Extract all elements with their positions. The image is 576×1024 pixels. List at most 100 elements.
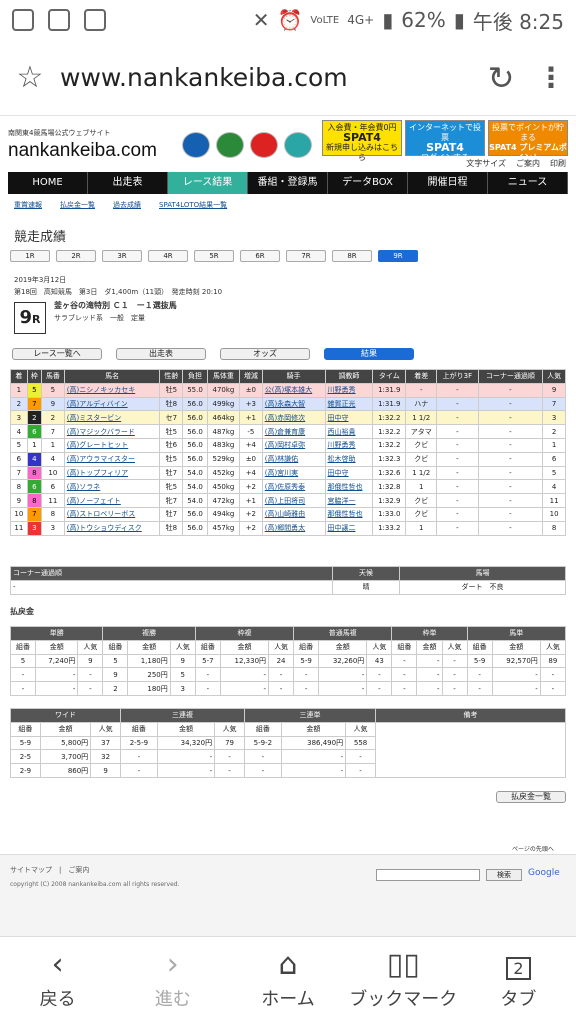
- result-cell[interactable]: (高)アウラマイスター: [63, 451, 161, 467]
- payout-list-button[interactable]: 払戻金一覧: [496, 791, 566, 803]
- result-cell[interactable]: (高)ストロベリーボス: [63, 506, 161, 522]
- race-tab[interactable]: 6R: [240, 250, 280, 262]
- odds-button[interactable]: オッズ: [220, 348, 310, 360]
- race-number-box: 9R: [14, 302, 46, 334]
- result-cell[interactable]: (高)倉兼育康: [261, 424, 326, 439]
- result-cell[interactable]: (高)ニシノキッカセキ: [63, 382, 161, 398]
- spat4-premium-banner[interactable]: 投票でポイントが貯まる SPAT4 プレミアムポイント ログインする: [488, 120, 568, 172]
- result-cell: 8: [26, 465, 43, 481]
- result-cell[interactable]: (高)岡村卓弥: [261, 437, 326, 453]
- result-cell[interactable]: 川野勇秀: [324, 437, 374, 453]
- subnav-past[interactable]: 過去成績: [113, 200, 141, 210]
- result-cell[interactable]: (高)トップフィリア: [63, 465, 161, 481]
- partner-logo-1[interactable]: [182, 132, 210, 158]
- result-cell[interactable]: (高)アルディバイン: [63, 396, 161, 412]
- result-cell[interactable]: (高)佐原秀泰: [261, 479, 326, 495]
- spat4-signup-banner[interactable]: 入会費・年会費0円 SPAT4 新規申し込みはこちら: [322, 120, 402, 162]
- result-cell[interactable]: 公(高)塚本雄大: [261, 382, 326, 398]
- guide-footer-link[interactable]: ご案内: [68, 866, 89, 874]
- subnav-stakes[interactable]: 重賞速報: [14, 200, 42, 210]
- reload-icon[interactable]: ↻: [476, 59, 526, 97]
- entries-button[interactable]: 出走表: [116, 348, 206, 360]
- result-cell[interactable]: (高)山崎雅由: [261, 506, 326, 522]
- race-tab[interactable]: 7R: [286, 250, 326, 262]
- footer-search-input[interactable]: [376, 869, 480, 881]
- results-col-header: 負担: [182, 369, 208, 384]
- nav-home[interactable]: HOME: [8, 172, 88, 194]
- result-cell[interactable]: 川野勇秀: [324, 382, 374, 398]
- payout-sub-header: 人気: [214, 721, 245, 737]
- page-title: 競走成績: [14, 230, 67, 245]
- guide-link[interactable]: ご案内: [516, 158, 540, 169]
- result-cell[interactable]: (高)ミスタービン: [63, 410, 161, 426]
- result-cell[interactable]: (高)トウショウディスク: [63, 520, 161, 536]
- partner-logo-2[interactable]: [216, 132, 244, 158]
- nav-news[interactable]: ニュース: [488, 172, 568, 194]
- result-cell[interactable]: (高)ソラネ: [63, 479, 161, 495]
- font-size-link[interactable]: 文字サイズ: [466, 158, 506, 169]
- print-link[interactable]: 印刷: [550, 158, 566, 169]
- result-cell[interactable]: (高)宮川実: [261, 465, 326, 481]
- payout-cell: 5: [169, 667, 196, 683]
- nav-program[interactable]: 番組・登録馬: [248, 172, 328, 194]
- result-cell[interactable]: 田中守: [324, 410, 374, 426]
- menu-icon[interactable]: ⋮: [526, 61, 576, 94]
- result-cell[interactable]: (高)林謙佑: [261, 451, 326, 467]
- race-tab[interactable]: 1R: [10, 250, 50, 262]
- result-cell[interactable]: 松木啓助: [324, 451, 374, 467]
- result-cell[interactable]: 宮脇洋一: [324, 493, 374, 508]
- forward-button[interactable]: › 進む: [115, 937, 230, 1024]
- result-cell: 487kg: [206, 424, 240, 439]
- race-tab-active[interactable]: 9R: [378, 250, 418, 262]
- race-tab[interactable]: 3R: [102, 250, 142, 262]
- result-cell[interactable]: 雑賀正光: [324, 396, 374, 412]
- result-cell[interactable]: (高)赤岡修次: [261, 410, 326, 426]
- result-cell: 7: [26, 396, 43, 412]
- nav-entries[interactable]: 出走表: [88, 172, 168, 194]
- race-tab[interactable]: 8R: [332, 250, 372, 262]
- results-col-header: 人気: [542, 369, 566, 384]
- payout-table-1: 単勝 複勝 枠複 普通馬複 枠単 馬単 組番 金額 人気 組番 金額 人気 組番 金額 人気 組番 金額 人気 組番…: [9, 626, 567, 696]
- result-cell[interactable]: 西山裕貴: [324, 424, 374, 439]
- partner-logo-4[interactable]: [284, 132, 312, 158]
- result-cell[interactable]: (高)グレートヒット: [63, 437, 161, 453]
- result-cell: 452kg: [206, 465, 240, 481]
- result-cell[interactable]: (高)永森大智: [261, 396, 326, 412]
- tabs-button[interactable]: 2 タブ: [461, 937, 576, 1024]
- result-cell[interactable]: (高)上田将司: [261, 493, 326, 508]
- race-tab[interactable]: 4R: [148, 250, 188, 262]
- race-meeting: 第18回 高知競馬 第3日 ダ1,400m（11頭） 発走時刻 20:10: [14, 288, 223, 296]
- nav-databox[interactable]: データBOX: [328, 172, 408, 194]
- results-button[interactable]: 結果: [324, 348, 414, 360]
- result-cell[interactable]: 那俄性哲也: [324, 506, 374, 522]
- result-cell: -: [477, 382, 544, 398]
- site-logo[interactable]: nankankeiba.com: [8, 140, 157, 162]
- url-field[interactable]: www.nankankeiba.com: [60, 63, 476, 92]
- payout-heading: 払戻金: [10, 607, 34, 616]
- back-button[interactable]: ‹ 戻る: [0, 937, 115, 1024]
- result-cell[interactable]: 田中守: [324, 465, 374, 481]
- footer-search-button[interactable]: 検索: [486, 869, 522, 881]
- subnav-payouts[interactable]: 払戻金一覧: [60, 200, 95, 210]
- subnav-loto[interactable]: SPAT4LOTO結果一覧: [159, 200, 227, 210]
- result-cell[interactable]: (高)ノーフェイト: [63, 493, 161, 508]
- race-tab[interactable]: 5R: [194, 250, 234, 262]
- payout-sub-header: 組番: [391, 639, 418, 655]
- sitemap-link[interactable]: サイトマップ: [10, 866, 52, 874]
- spat4-login-banner[interactable]: インターネットで投票 SPAT4 ログインする: [405, 120, 485, 162]
- partner-logo-3[interactable]: [250, 132, 278, 158]
- nav-results[interactable]: レース結果: [168, 172, 248, 194]
- result-cell[interactable]: 那俄性哲也: [324, 479, 374, 495]
- result-cell[interactable]: (高)郷間勇太: [261, 520, 326, 536]
- page-top-link[interactable]: ページの先頭へ: [512, 844, 554, 853]
- bookmark-star-icon[interactable]: ☆: [0, 60, 60, 95]
- bookmarks-button[interactable]: ▯▯ ブックマーク: [346, 937, 461, 1024]
- result-cell[interactable]: (高)マジックバラード: [63, 424, 161, 439]
- payout-cell: -: [120, 749, 158, 765]
- result-cell: 牡5: [159, 424, 184, 439]
- race-tab[interactable]: 2R: [56, 250, 96, 262]
- home-button[interactable]: ⌂ ホーム: [230, 937, 345, 1024]
- result-cell[interactable]: 田中譲二: [324, 520, 374, 536]
- nav-schedule[interactable]: 開催日程: [408, 172, 488, 194]
- race-list-button[interactable]: レース一覧へ: [12, 348, 102, 360]
